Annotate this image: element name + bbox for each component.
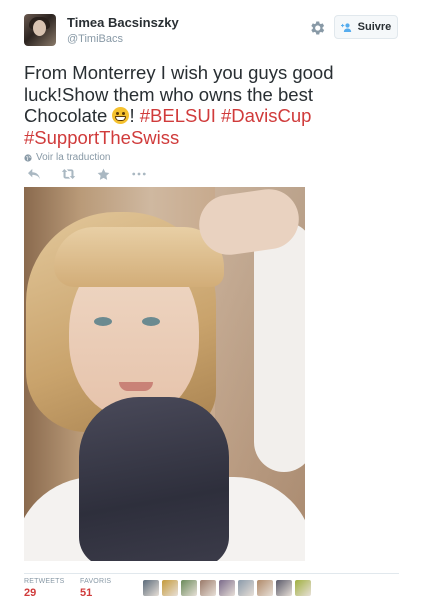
favoriter-avatar[interactable]	[143, 580, 159, 596]
gear-icon[interactable]	[308, 19, 326, 37]
tweet-header: Timea Bacsinszky @TimiBacs Suivre	[24, 14, 404, 54]
favoriter-avatar[interactable]	[276, 580, 292, 596]
tweet-text: From Monterrey I wish you guys good luck…	[24, 62, 384, 148]
retweet-icon[interactable]	[61, 167, 76, 181]
stats-divider	[24, 573, 399, 574]
tweet-actions	[26, 166, 146, 182]
translate-link[interactable]: Voir la traduction	[24, 152, 111, 163]
globe-icon	[24, 153, 32, 162]
favorite-stat[interactable]: FAVORIS 51	[80, 578, 111, 599]
follow-button-label: Suivre	[357, 21, 392, 33]
tweet-photo[interactable]	[24, 187, 305, 561]
retweet-stat-label: RETWEETS	[24, 578, 65, 585]
favoriter-avatar[interactable]	[162, 580, 178, 596]
favorite-count: 51	[80, 587, 93, 599]
hashtag-belsui[interactable]: #BELSUI	[140, 105, 216, 126]
favoriter-avatar[interactable]	[181, 580, 197, 596]
favorite-stat-label: FAVORIS	[80, 578, 112, 585]
translate-link-label: Voir la traduction	[36, 152, 111, 163]
grinning-face-emoji	[112, 107, 130, 124]
follow-button[interactable]: Suivre	[334, 15, 398, 39]
favoriter-avatar[interactable]	[257, 580, 273, 596]
retweet-stat[interactable]: RETWEETS 29	[24, 578, 65, 599]
favoriter-avatar[interactable]	[219, 580, 235, 596]
favoriter-avatar[interactable]	[200, 580, 216, 596]
more-icon[interactable]	[131, 167, 146, 181]
hashtag-daviscup[interactable]: #DavisCup	[221, 105, 312, 126]
favoriter-avatar[interactable]	[238, 580, 254, 596]
user-avatar[interactable]	[24, 14, 56, 46]
person-plus-icon	[340, 22, 351, 32]
user-handle[interactable]: @TimiBacs	[67, 33, 123, 45]
reply-icon[interactable]	[26, 167, 41, 181]
hashtag-supporttheswiss[interactable]: #SupportTheSwiss	[24, 127, 179, 148]
favoriters-list	[143, 580, 311, 596]
retweet-count: 29	[24, 587, 37, 599]
favorite-icon[interactable]	[96, 167, 111, 181]
favoriter-avatar[interactable]	[295, 580, 311, 596]
tweet-text-part2: !	[129, 105, 140, 126]
user-name[interactable]: Timea Bacsinszky	[67, 15, 179, 30]
